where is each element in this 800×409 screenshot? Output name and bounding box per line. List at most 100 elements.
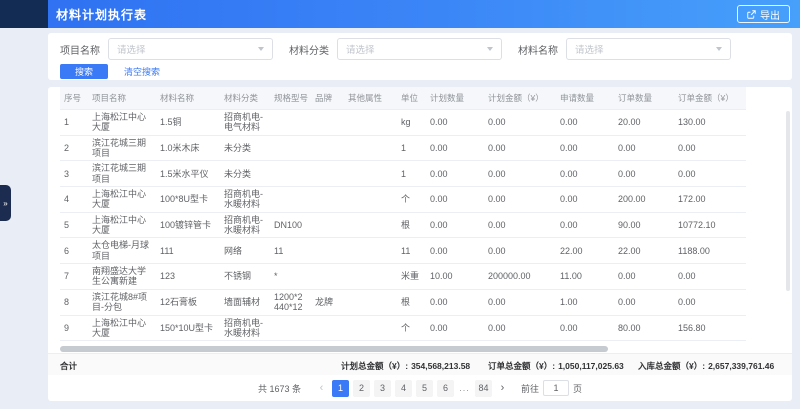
table-cell: 招商机电-电气材料	[220, 110, 270, 136]
table-cell: 1.5铜	[156, 110, 220, 136]
table-cell: 墙面辅材	[220, 289, 270, 315]
table-row[interactable]: 8滨江花城8#项目-分包12石膏板墙面辅材1200*2440*12龙牌根0.00…	[60, 289, 746, 315]
table-row[interactable]: 5上海松江中心大厦100镀锌管卡招商机电-水暖材料DN100根0.000.000…	[60, 212, 746, 238]
clear-search-button[interactable]: 清空搜索	[124, 65, 160, 78]
vertical-scrollbar[interactable]	[786, 111, 790, 291]
order-total: 订单总金额（¥）:1,050,117,025.63	[488, 360, 624, 372]
column-header: 规格型号	[270, 87, 311, 110]
table-cell: 上海松江中心大厦	[88, 315, 156, 341]
page-button[interactable]: 3	[374, 380, 391, 397]
export-button-label: 导出	[760, 7, 780, 22]
table-cell	[344, 264, 397, 290]
table-cell: 未分类	[220, 135, 270, 161]
table-cell	[344, 161, 397, 187]
table-cell: *	[270, 264, 311, 290]
table-cell	[311, 187, 344, 213]
column-header: 单位	[397, 87, 426, 110]
table-row[interactable]: 2滨江花城三期项目1.0米木床未分类10.000.000.000.000.00	[60, 135, 746, 161]
table-cell: 9	[60, 315, 88, 341]
table-cell: 123	[156, 264, 220, 290]
table-cell: 0.00	[426, 161, 484, 187]
table-cell: 招商机电-水暖材料	[220, 315, 270, 341]
table-cell: 100*8U型卡	[156, 187, 220, 213]
sidebar-expand-handle[interactable]: »	[0, 185, 11, 221]
export-button[interactable]: 导出	[737, 5, 790, 23]
column-header: 计划数量	[426, 87, 484, 110]
page-title: 材料计划执行表	[56, 6, 147, 23]
goto-suffix: 页	[573, 382, 582, 395]
table-cell	[270, 161, 311, 187]
table-scroll-area[interactable]: 序号项目名称材料名称材料分类规格型号品牌其他属性单位计划数量计划金额（¥）申请数…	[48, 87, 792, 345]
table-cell: 22.00	[556, 238, 614, 264]
table-row[interactable]: 9上海松江中心大厦150*10U型卡招商机电-水暖材料个0.000.000.00…	[60, 315, 746, 341]
goto-page-input[interactable]	[543, 380, 569, 396]
table-cell: 8	[60, 289, 88, 315]
table-cell	[311, 161, 344, 187]
page-button[interactable]: 2	[353, 380, 370, 397]
page-button[interactable]: 84	[475, 380, 492, 397]
table-cell: 20.00	[614, 110, 674, 136]
table-cell: 7	[60, 264, 88, 290]
table-cell: 0.00	[556, 110, 614, 136]
goto-page: 前往 页	[521, 380, 582, 396]
total-count: 共 1673 条	[258, 382, 301, 395]
summary-row: 合计 计划总金额（¥）:354,568,213.58 订单总金额（¥）:1,05…	[48, 353, 792, 375]
table-cell: 米重	[397, 264, 426, 290]
search-button[interactable]: 搜索	[60, 64, 108, 79]
table-cell: 10.00	[426, 264, 484, 290]
table-cell: 1188.00	[674, 238, 746, 264]
horizontal-scrollbar-track	[48, 345, 792, 353]
column-header: 其他属性	[344, 87, 397, 110]
table-cell	[270, 135, 311, 161]
material-category-select[interactable]: 请选择	[337, 38, 502, 60]
horizontal-scrollbar-thumb[interactable]	[60, 346, 608, 352]
filter-group-project: 项目名称 请选择	[60, 38, 273, 60]
table-row[interactable]: 4上海松江中心大厦100*8U型卡招商机电-水暖材料个0.000.000.002…	[60, 187, 746, 213]
page-button[interactable]: 6	[437, 380, 454, 397]
table-cell	[344, 187, 397, 213]
table-cell: 1200*2440*12	[270, 289, 311, 315]
table-cell: 0.00	[484, 187, 556, 213]
table-cell	[311, 238, 344, 264]
inbound-total-label: 入库总金额（¥）:	[638, 361, 705, 371]
page-button[interactable]: 1	[332, 380, 349, 397]
prev-page-button[interactable]: ‹	[313, 380, 330, 397]
pagination: 共 1673 条 ‹ 123456...84 › 前往 页	[48, 375, 792, 401]
table-cell: 滨江花城三期项目	[88, 135, 156, 161]
table-row[interactable]: 7南翔盛达大学生公寓新建123不锈钢*米重10.00200000.0011.00…	[60, 264, 746, 290]
table-cell: 4	[60, 187, 88, 213]
table-cell: 22.00	[614, 238, 674, 264]
project-name-select[interactable]: 请选择	[108, 38, 273, 60]
goto-label: 前往	[521, 382, 539, 395]
order-total-value: 1,050,117,025.63	[558, 361, 624, 371]
table-cell: 太仓电梯-月球项目	[88, 238, 156, 264]
page-button[interactable]: 5	[416, 380, 433, 397]
filter-group-material: 材料名称 请选择	[518, 38, 731, 60]
table-cell	[344, 289, 397, 315]
column-header: 申请数量	[556, 87, 614, 110]
select-placeholder: 请选择	[346, 42, 375, 56]
table-cell: 172.00	[674, 187, 746, 213]
table-cell: 2	[60, 135, 88, 161]
table-cell	[344, 315, 397, 341]
page-button[interactable]: 4	[395, 380, 412, 397]
table-body: 1上海松江中心大厦1.5铜招商机电-电气材料kg0.000.000.0020.0…	[60, 110, 746, 341]
table-cell: 招商机电-水暖材料	[220, 212, 270, 238]
table-cell: 0.00	[484, 289, 556, 315]
table-cell: 上海松江中心大厦	[88, 212, 156, 238]
next-page-button[interactable]: ›	[494, 380, 511, 397]
table-row[interactable]: 3滨江花城三期项目1.5米水平仪未分类10.000.000.000.000.00	[60, 161, 746, 187]
material-name-select[interactable]: 请选择	[566, 38, 731, 60]
table-cell: 156.80	[674, 315, 746, 341]
table-cell: 龙牌	[311, 289, 344, 315]
top-header-bar: 材料计划执行表 导出	[0, 0, 800, 28]
chevron-down-icon	[716, 47, 722, 51]
table-row[interactable]: 6太仓电梯-月球项目111网络11110.000.0022.0022.00118…	[60, 238, 746, 264]
table-cell: 0.00	[426, 135, 484, 161]
table-row[interactable]: 1上海松江中心大厦1.5铜招商机电-电气材料kg0.000.000.0020.0…	[60, 110, 746, 136]
table-cell: 0.00	[614, 289, 674, 315]
table-cell: 南翔盛达大学生公寓新建	[88, 264, 156, 290]
table-cell: 10772.10	[674, 212, 746, 238]
column-header: 订单数量	[614, 87, 674, 110]
export-icon	[747, 10, 756, 19]
